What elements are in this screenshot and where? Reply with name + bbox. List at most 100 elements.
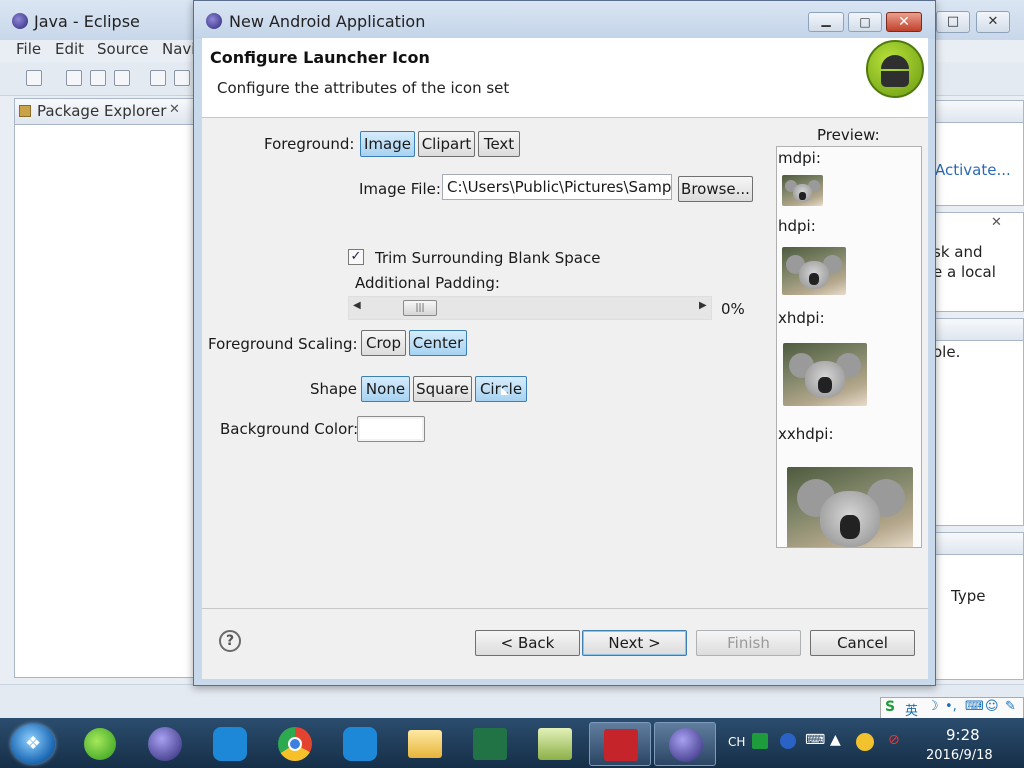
dialog-titlebar: New Android Application ▁ □ ✕	[194, 1, 935, 39]
dialog-title: New Android Application	[229, 12, 426, 31]
right-panel-bottom: Type	[930, 532, 1024, 680]
browse-button[interactable]: Browse...	[678, 176, 753, 202]
dialog-maximize-button[interactable]: □	[848, 12, 882, 32]
preview-hdpi-image	[782, 247, 846, 295]
android-body-icon	[881, 71, 909, 87]
finish-button[interactable]: Finish	[696, 630, 801, 656]
windows-logo-icon: ❖	[25, 733, 42, 754]
padding-value: 0%	[721, 300, 745, 318]
cancel-button[interactable]: Cancel	[810, 630, 915, 656]
slider-right-arrow-icon[interactable]: ▶	[699, 300, 707, 311]
close-tab-icon[interactable]: ✕	[169, 102, 180, 117]
dialog-body: Configure Launcher Icon Configure the at…	[202, 38, 928, 679]
network-app-icon[interactable]	[199, 722, 261, 766]
android-sdk-icon[interactable]	[174, 70, 190, 86]
dialog-minimize-button[interactable]: ▁	[808, 12, 844, 32]
eclipse-close-button[interactable]: ✕	[976, 11, 1010, 33]
android-icon	[866, 40, 924, 98]
scaling-center-button[interactable]: Center	[409, 330, 467, 356]
ie-taskbar-icon[interactable]	[69, 722, 131, 766]
new-icon[interactable]	[26, 70, 42, 86]
foreground-label: Foreground:	[264, 135, 355, 153]
background-color-swatch[interactable]	[357, 416, 425, 442]
slider-left-arrow-icon[interactable]: ◀	[353, 300, 361, 311]
windows-taskbar: ❖ CH ⌨ ▲ ⊘	[0, 718, 1024, 768]
foreground-image-button[interactable]: Image	[360, 131, 415, 157]
trim-checkbox[interactable]: ✓	[348, 249, 364, 265]
package-icon	[19, 105, 31, 117]
type-column-header: Type	[951, 587, 986, 605]
volume-muted-icon[interactable]: ⊘	[888, 732, 900, 748]
task-text-2: e a local	[933, 263, 996, 281]
cloud-app-icon[interactable]	[329, 722, 391, 766]
help-tray-icon[interactable]	[780, 733, 796, 749]
right-panel-mid: ✕ sk and e a local	[930, 212, 1024, 312]
new-android-application-dialog: New Android Application ▁ □ ✕ Configure …	[193, 0, 936, 686]
slider-thumb[interactable]: |||	[403, 300, 437, 316]
eclipse-restore-button[interactable]: □	[936, 11, 970, 33]
menu-file[interactable]: File	[16, 40, 41, 58]
sogou-icon[interactable]: S	[885, 699, 895, 715]
help-icon[interactable]: ?	[219, 630, 241, 652]
dialog-close-button[interactable]: ✕	[886, 12, 922, 32]
eclipse-statusbar	[0, 684, 1024, 718]
file-explorer-icon[interactable]	[394, 722, 456, 766]
right-panel-close-icon[interactable]: ✕	[991, 215, 1002, 230]
ime-mode[interactable]: 英	[905, 700, 918, 719]
next-button[interactable]: Next >	[582, 630, 687, 656]
right-panel-outline: ole.	[930, 318, 1024, 526]
preview-hdpi-label: hdpi:	[778, 217, 816, 235]
save-all-icon[interactable]	[90, 70, 106, 86]
image-file-input[interactable]: C:\Users\Public\Pictures\Sampl	[442, 174, 672, 200]
shape-none-button[interactable]: None	[361, 376, 410, 402]
user-icon[interactable]: ☺	[985, 699, 999, 714]
plus-tray-icon[interactable]	[856, 733, 874, 751]
padding-slider[interactable]: ◀ ||| ▶	[348, 296, 712, 320]
wizard-header: Configure Launcher Icon Configure the at…	[202, 38, 928, 118]
sogou-tray-icon[interactable]	[752, 733, 768, 749]
activate-link[interactable]: Activate...	[935, 161, 1011, 179]
page-title: Configure Launcher Icon	[210, 48, 430, 67]
shape-square-button[interactable]: Square	[413, 376, 472, 402]
preview-label: Preview:	[817, 126, 880, 144]
clock-time[interactable]: 9:28	[946, 726, 980, 744]
image-file-label: Image File:	[359, 180, 441, 198]
foreground-clipart-button[interactable]: Clipart	[418, 131, 475, 157]
menu-edit[interactable]: Edit	[55, 40, 84, 58]
show-hidden-icons-icon[interactable]: ▲	[830, 732, 841, 748]
menu-source[interactable]: Source	[97, 40, 149, 58]
notes-app-icon[interactable]	[524, 722, 586, 766]
download-icon[interactable]	[150, 70, 166, 86]
right-panel-bottom-header	[931, 533, 1023, 555]
menu-navigate[interactable]: Navi	[162, 40, 195, 58]
trim-label: Trim Surrounding Blank Space	[375, 249, 601, 267]
eclipse-title: Java - Eclipse	[34, 12, 140, 31]
language-indicator[interactable]: CH	[728, 735, 745, 749]
page-subtitle: Configure the attributes of the icon set	[217, 79, 510, 97]
punctuation-icon[interactable]: •,	[945, 699, 957, 714]
recorder-app-icon[interactable]	[589, 722, 651, 766]
chrome-icon[interactable]	[264, 722, 326, 766]
start-button[interactable]: ❖	[11, 724, 55, 764]
clock-date[interactable]: 2016/9/18	[926, 748, 993, 763]
excel-icon[interactable]	[459, 722, 521, 766]
preview-xhdpi-label: xhdpi:	[778, 309, 825, 327]
eclipse-taskbar-icon[interactable]	[134, 722, 196, 766]
eclipse-logo-icon	[12, 13, 28, 29]
wrench-icon[interactable]: ✎	[1005, 699, 1016, 714]
shape-label: Shape	[310, 380, 357, 398]
bottom-separator	[202, 608, 928, 609]
package-explorer-tab[interactable]: Package Explorer ✕	[15, 99, 196, 125]
dialog-logo-icon	[206, 13, 222, 29]
print-icon[interactable]	[114, 70, 130, 86]
keyboard-tray-icon[interactable]: ⌨	[805, 732, 825, 748]
eclipse-active-taskbar-icon[interactable]	[654, 722, 716, 766]
keyboard-icon[interactable]: ⌨	[965, 699, 984, 714]
moon-icon[interactable]: ☽	[927, 699, 939, 714]
foreground-text-button[interactable]: Text	[478, 131, 520, 157]
ime-toolbar: S 英 ☽ •, ⌨ ☺ ✎	[880, 697, 1024, 719]
scaling-crop-button[interactable]: Crop	[361, 330, 406, 356]
back-button[interactable]: < Back	[475, 630, 580, 656]
preview-xhdpi-image	[783, 343, 867, 406]
save-icon[interactable]	[66, 70, 82, 86]
